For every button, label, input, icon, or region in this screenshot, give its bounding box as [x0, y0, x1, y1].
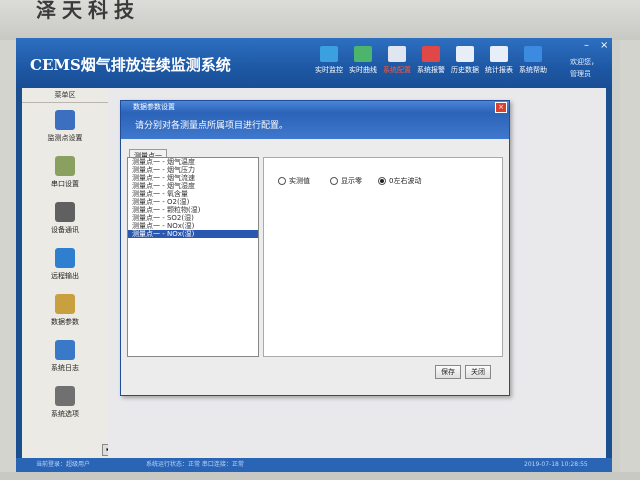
list-item[interactable]: 测量点一 - 颗粒物(湿)	[128, 206, 258, 214]
clock-folder-icon	[55, 340, 75, 360]
list-item[interactable]: 测量点一 - 烟气湿度	[128, 182, 258, 190]
monitor-icon	[320, 46, 338, 62]
radio-circle-icon	[330, 177, 338, 185]
help-icon	[524, 46, 542, 62]
radio-label: 实测值	[289, 177, 310, 185]
config-panel: 实测值 显示零 0左右波动	[263, 157, 503, 357]
list-item[interactable]: 测量点一 - 烟气压力	[128, 166, 258, 174]
sidebar-item-label: 监测点设置	[47, 134, 83, 142]
sidebar-item-0[interactable]: 监测点设置	[22, 110, 108, 143]
save-button[interactable]: 保存	[435, 365, 461, 379]
monitor-point-icon	[55, 110, 75, 130]
dialog-title: 数据参数设置	[133, 103, 175, 111]
toolbar-button-6[interactable]: 系统帮助	[516, 46, 550, 86]
serial-port-icon	[55, 156, 75, 176]
user-role-link[interactable]: 管理员	[570, 68, 598, 80]
radio-circle-icon	[278, 177, 286, 185]
dialog-close-icon[interactable]: ×	[495, 102, 507, 113]
sidebar-item-2[interactable]: 设备通讯	[22, 202, 108, 235]
status-time: 2019-07-18 10:28:55	[524, 461, 588, 468]
sidebar-item-label: 系统日志	[51, 364, 79, 372]
sidebar-item-1[interactable]: 串口设置	[22, 156, 108, 189]
dialog-header: 请分别对各测量点所属项目进行配置。	[121, 113, 509, 139]
sidebar-item-label: 远程输出	[51, 272, 79, 280]
edit-icon	[55, 294, 75, 314]
close-window-button[interactable]: ×	[600, 40, 608, 51]
status-bar: 当前登录：超级用户 系统运行状态：正常 串口连接：正常 2019-07-18 1…	[16, 458, 612, 472]
radio-circle-icon	[378, 177, 386, 185]
list-item[interactable]: 测量点一 - NOx(湿)	[128, 230, 258, 238]
welcome-text: 欢迎您，	[570, 58, 598, 66]
sidebar-item-6[interactable]: 系统选项	[22, 386, 108, 419]
radio-option-1[interactable]: 显示零	[330, 176, 362, 186]
radio-label: 0左右波动	[389, 177, 422, 185]
report-icon	[490, 46, 508, 62]
list-item[interactable]: 测量点一 - SO2(湿)	[128, 214, 258, 222]
history-icon	[456, 46, 474, 62]
status-user: 当前登录：超级用户	[36, 461, 91, 468]
app-header: CEMS烟气排放连续监测系统 – × 实时监控 实时曲线 系统配置 系统报警 历史数据统…	[16, 38, 612, 88]
user-links: 欢迎您， 管理员	[570, 56, 598, 80]
monitor-bezel-top: 泽天科技	[0, 0, 640, 40]
dialog-titlebar: 数据参数设置 ×	[121, 101, 509, 113]
close-button[interactable]: 关闭	[465, 365, 491, 379]
sidebar-header: 菜单区	[22, 88, 108, 103]
item-list: 测量点一 - 烟气温度 测量点一 - 烟气压力 测量点一 - 烟气流速 测量点一 - …	[127, 157, 259, 357]
globe-icon	[55, 248, 75, 268]
sidebar-item-3[interactable]: 远程输出	[22, 248, 108, 281]
tools-icon	[55, 386, 75, 406]
curve-icon	[354, 46, 372, 62]
bezel-brand: 泽天科技	[36, 0, 140, 22]
minimize-button[interactable]: –	[584, 40, 589, 51]
toolbar-label: 系统帮助	[519, 66, 547, 74]
radio-option-0[interactable]: 实测值	[278, 176, 310, 186]
list-item[interactable]: 测量点一 - 烟气流速	[128, 174, 258, 182]
radio-option-2[interactable]: 0左右波动	[378, 176, 421, 186]
monitor-bezel-bottom	[0, 472, 640, 480]
status-system: 系统运行状态：正常 串口连接：正常	[146, 461, 244, 468]
sidebar-item-label: 设备通讯	[51, 226, 79, 234]
list-item[interactable]: 测量点一 - NOx(湿)	[128, 222, 258, 230]
sidebar-item-label: 串口设置	[51, 180, 79, 188]
monitor-bezel-right	[620, 40, 640, 480]
app-title: CEMS烟气排放连续监测系统	[30, 56, 231, 74]
sidebar-item-5[interactable]: 系统日志	[22, 340, 108, 373]
list-item[interactable]: 测量点一 - 氧含量	[128, 190, 258, 198]
list-item[interactable]: 测量点一 - O2(湿)	[128, 198, 258, 206]
list-item[interactable]: 测量点一 - 烟气温度	[128, 158, 258, 166]
app-screen: CEMS烟气排放连续监测系统 – × 实时监控 实时曲线 系统配置 系统报警 历史数据统…	[16, 38, 612, 472]
config-icon	[388, 46, 406, 62]
sidebar-item-label: 系统选项	[51, 410, 79, 418]
alarm-icon	[422, 46, 440, 62]
sidebar-item-4[interactable]: 数据参数	[22, 294, 108, 327]
link-icon	[55, 202, 75, 222]
radio-label: 显示零	[341, 177, 362, 185]
data-param-dialog: 数据参数设置 × 请分别对各测量点所属项目进行配置。 测量点一 测量点一 - 烟…	[120, 100, 510, 396]
sidebar-item-label: 数据参数	[51, 318, 79, 326]
sidebar: 菜单区 监测点设置串口设置设备通讯远程输出数据参数系统日志系统选项 ▸	[22, 88, 114, 458]
